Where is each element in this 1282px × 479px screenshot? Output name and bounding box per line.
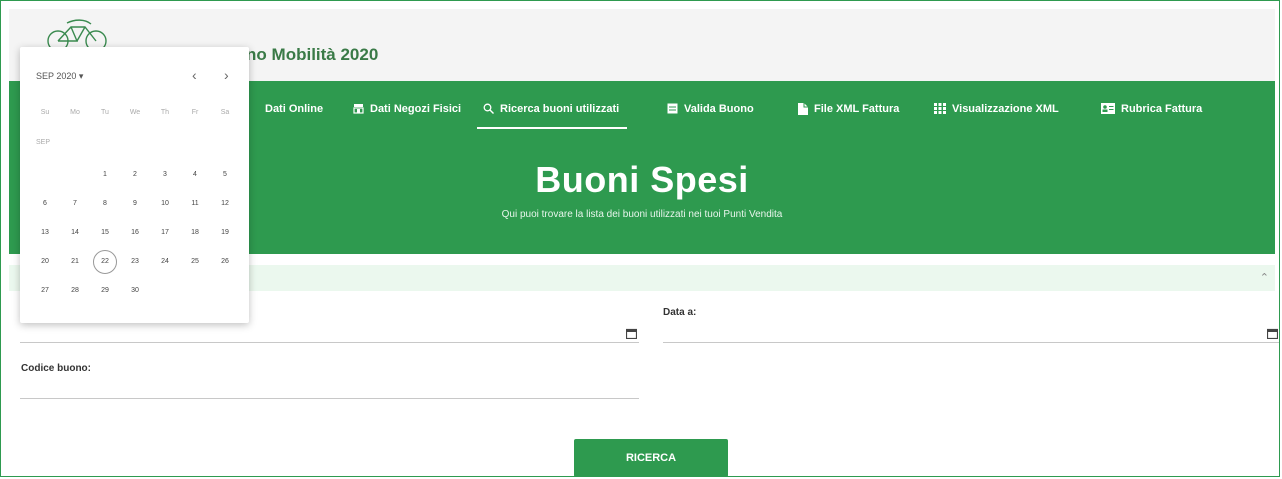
nav-label: File XML Fattura [814,103,900,115]
ricerca-button[interactable]: RICERCA [574,439,728,476]
calendar-day[interactable]: 11 [183,192,207,216]
previous-month-button[interactable]: ‹ [192,67,197,83]
weekday-label: Su [40,109,50,116]
calendar-day[interactable]: 3 [153,163,177,187]
codice-buono-underline [20,398,639,399]
nav-label: Ricerca buoni utilizzati [500,103,620,115]
calendar-day[interactable]: 7 [63,192,87,216]
weekday-label: Fr [191,109,199,116]
calendar-day[interactable]: 30 [123,279,147,303]
calendar-day[interactable]: 14 [63,221,87,245]
data-a-field: Data a: [663,307,696,318]
calendar-day[interactable]: 23 [123,250,147,274]
nav-item-ricerca-buoni[interactable]: Ricerca buoni utilizzati [476,103,628,129]
nav-item-rubrica-fattura[interactable]: Rubrica Fattura [1101,103,1202,129]
calendar-day[interactable]: 6 [33,192,57,216]
data-a-input-underline [663,342,1279,343]
list-icon [667,103,678,114]
nav-label: Dati Online [265,103,324,115]
store-icon [353,104,364,114]
caret-down-icon: ▾ [78,71,84,81]
grid-icon [934,103,946,114]
nav-item-file-xml-fattura[interactable]: File XML Fattura [798,103,899,129]
weekday-label: Sa [220,109,230,116]
weekday-label: Mo [70,109,80,116]
nav-item-visualizzazione-xml[interactable]: Visualizzazione XML [934,103,1059,129]
calendar-day[interactable]: 28 [63,279,87,303]
nav-label: Visualizzazione XML [952,103,1059,115]
codice-buono-label: Codice buono: [21,363,91,374]
calendar-day[interactable]: 22 [93,250,117,274]
calendar-day[interactable]: 4 [183,163,207,187]
codice-buono-input[interactable] [20,379,643,399]
nav-item-dati-online[interactable]: Dati Online [265,103,323,129]
calendar-day[interactable]: 19 [213,221,237,245]
calendar-day[interactable]: 29 [93,279,117,303]
calendar-day[interactable]: 18 [183,221,207,245]
nav-label: Rubrica Fattura [1121,103,1203,115]
calendar-day[interactable]: 9 [123,192,147,216]
calendar-day[interactable]: 13 [33,221,57,245]
nav-item-dati-negozi-fisici[interactable]: Dati Negozi Fisici [353,103,461,129]
calendar-icon[interactable] [626,328,637,339]
period-selector-button[interactable]: SEP 2020 ▾ [36,71,83,82]
data-da-input[interactable] [20,323,614,343]
next-month-button[interactable]: › [224,67,229,83]
file-icon [798,103,808,115]
data-a-input[interactable] [663,323,1257,343]
calendar-day[interactable]: 1 [93,163,117,187]
datepicker-popup: SEP 2020 ▾ ‹ › Su Mo Tu We Th Fr Sa SEP 123456… [20,47,249,323]
weekday-label: Th [160,109,170,116]
calendar-day[interactable]: 26 [213,250,237,274]
nav-label: Dati Negozi Fisici [370,103,462,115]
calendar-day[interactable]: 2 [123,163,147,187]
chevron-up-icon[interactable]: ⌃ [1260,271,1269,284]
calendar-day[interactable]: 27 [33,279,57,303]
nav-label: Valida Buono [684,103,754,115]
calendar-day[interactable]: 12 [213,192,237,216]
page-frame: Buono Mobilità 2020 Dati Online Dati Neg… [0,0,1280,477]
calendar-icon[interactable] [1267,328,1278,339]
calendar-day[interactable]: 20 [33,250,57,274]
calendar-day[interactable]: 16 [123,221,147,245]
calendar-day[interactable]: 25 [183,250,207,274]
contact-card-icon [1101,103,1115,114]
weekday-label: Tu [101,109,109,116]
nav-item-valida-buono[interactable]: Valida Buono [667,103,754,129]
calendar-day[interactable]: 21 [63,250,87,274]
search-icon [483,103,494,114]
calendar-day[interactable]: 5 [213,163,237,187]
weekday-label: We [129,109,141,116]
calendar-day[interactable]: 10 [153,192,177,216]
calendar-day[interactable]: 24 [153,250,177,274]
codice-buono-field: Codice buono: [21,363,91,374]
calendar-day[interactable]: 17 [153,221,177,245]
calendar-day[interactable]: 8 [93,192,117,216]
data-a-label: Data a: [663,307,697,318]
calendar-day[interactable]: 15 [93,221,117,245]
month-label: SEP [36,139,51,146]
period-label: SEP 2020 [36,71,77,81]
